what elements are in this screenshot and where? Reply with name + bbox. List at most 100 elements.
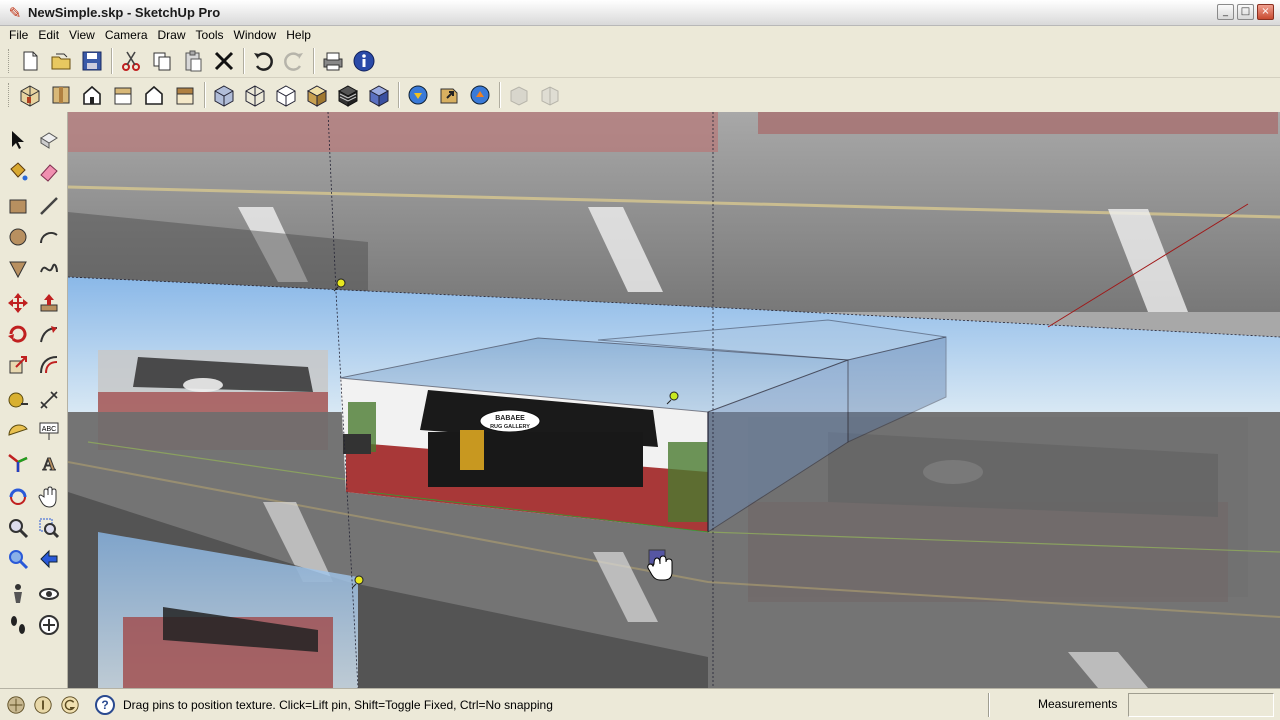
freehand-icon[interactable] <box>35 254 63 282</box>
sign-in-icon[interactable] <box>59 694 81 716</box>
orbit-icon[interactable] <box>4 483 32 511</box>
look-around-icon[interactable] <box>35 580 63 608</box>
photo-texture-icon[interactable] <box>535 80 565 110</box>
menu-file[interactable]: File <box>4 28 33 42</box>
model-viewport[interactable]: BABAEE RUG GALLERY <box>68 112 1280 688</box>
monochrome-style-icon[interactable] <box>364 80 394 110</box>
3d-text-icon[interactable]: A <box>35 448 63 476</box>
pan-icon[interactable] <box>35 483 63 511</box>
measurements-label: Measurements <box>1038 697 1118 711</box>
toolbar-separator <box>313 47 315 74</box>
status-divider <box>988 693 990 717</box>
toolbar-grip[interactable] <box>8 83 11 107</box>
copy-icon[interactable] <box>147 46 177 76</box>
zoom-window-icon[interactable] <box>35 514 63 542</box>
hidden-line-style-icon[interactable] <box>271 80 301 110</box>
axes-icon[interactable] <box>4 448 32 476</box>
get-photo-texture-icon[interactable] <box>504 80 534 110</box>
status-bar: ? Drag pins to position texture. Click=L… <box>0 688 1280 720</box>
select-icon[interactable] <box>4 126 32 154</box>
top-view-icon[interactable] <box>46 80 76 110</box>
toolbar-separator <box>204 82 206 108</box>
palette-row: A <box>0 446 67 477</box>
paste-icon[interactable] <box>178 46 208 76</box>
maximize-button[interactable]: □ <box>1237 4 1254 20</box>
print-icon[interactable] <box>318 46 348 76</box>
walk-icon[interactable] <box>4 611 32 639</box>
scale-icon[interactable] <box>4 351 32 379</box>
palette-row <box>0 543 67 574</box>
palette-row <box>0 190 67 221</box>
make-component-icon[interactable] <box>35 126 63 154</box>
measurements-input[interactable] <box>1128 693 1274 717</box>
get-models-icon[interactable] <box>403 80 433 110</box>
wireframe-style-icon[interactable] <box>240 80 270 110</box>
parked-car <box>343 434 371 454</box>
tree-right <box>668 442 708 522</box>
open-icon[interactable] <box>46 46 76 76</box>
zoom-icon[interactable] <box>4 514 32 542</box>
minimize-button[interactable]: _ <box>1217 4 1234 20</box>
tape-measure-icon[interactable] <box>4 386 32 414</box>
menu-camera[interactable]: Camera <box>100 28 153 42</box>
previous-view-icon[interactable] <box>35 545 63 573</box>
iso-view-icon[interactable] <box>15 80 45 110</box>
xray-style-icon[interactable] <box>209 80 239 110</box>
share-model-icon[interactable] <box>434 80 464 110</box>
toolbar-separator <box>111 47 113 74</box>
offset-icon[interactable] <box>35 351 63 379</box>
push-pull-icon[interactable] <box>35 289 63 317</box>
menu-bar: File Edit View Camera Draw Tools Window … <box>0 26 1280 44</box>
right-view-icon[interactable] <box>108 80 138 110</box>
geolocation-icon[interactable] <box>5 694 27 716</box>
new-icon[interactable] <box>15 46 45 76</box>
eraser-icon[interactable] <box>35 157 63 185</box>
left-view-icon[interactable] <box>170 80 200 110</box>
front-view-icon[interactable] <box>77 80 107 110</box>
save-icon[interactable] <box>77 46 107 76</box>
menu-tools[interactable]: Tools <box>191 28 229 42</box>
standard-toolbar <box>0 44 1280 78</box>
redo-icon[interactable] <box>279 46 309 76</box>
dimension-icon[interactable] <box>35 386 63 414</box>
circle-icon[interactable] <box>4 223 32 251</box>
menu-window[interactable]: Window <box>229 28 282 42</box>
credits-icon[interactable] <box>32 694 54 716</box>
back-view-icon[interactable] <box>139 80 169 110</box>
palette-row <box>0 155 67 186</box>
zoom-extents-icon[interactable] <box>4 545 32 573</box>
toolbar-grip[interactable] <box>8 48 11 73</box>
position-camera-icon[interactable] <box>4 580 32 608</box>
palette-row <box>0 578 67 609</box>
storefront-strip <box>68 112 718 152</box>
instructor-help-icon[interactable]: ? <box>95 694 115 715</box>
protractor-icon[interactable] <box>4 417 32 445</box>
menu-help[interactable]: Help <box>281 28 316 42</box>
close-button[interactable]: × <box>1257 4 1274 20</box>
follow-me-icon[interactable] <box>35 320 63 348</box>
arc-icon[interactable] <box>35 223 63 251</box>
scene-canvas[interactable]: BABAEE RUG GALLERY <box>68 112 1280 688</box>
cut-icon[interactable] <box>116 46 146 76</box>
menu-draw[interactable]: Draw <box>153 28 191 42</box>
erase-icon[interactable] <box>209 46 239 76</box>
share-component-icon[interactable] <box>465 80 495 110</box>
paint-bucket-icon[interactable] <box>4 157 32 185</box>
undo-icon[interactable] <box>248 46 278 76</box>
line-icon[interactable] <box>35 192 63 220</box>
menu-edit[interactable]: Edit <box>33 28 64 42</box>
section-plane-icon[interactable] <box>35 611 63 639</box>
sketchup-app-icon[interactable]: ✎ <box>6 4 24 22</box>
move-icon[interactable] <box>4 289 32 317</box>
menu-view[interactable]: View <box>64 28 100 42</box>
model-info-icon[interactable] <box>349 46 379 76</box>
palette-row <box>0 384 67 415</box>
title-bar: ✎ NewSimple.skp - SketchUp Pro _ □ × <box>0 0 1280 26</box>
shaded-style-icon[interactable] <box>302 80 332 110</box>
shaded-texture-style-icon[interactable] <box>333 80 363 110</box>
rotate-icon[interactable] <box>4 320 32 348</box>
polygon-icon[interactable] <box>4 254 32 282</box>
palette-row <box>0 124 67 155</box>
rectangle-icon[interactable] <box>4 192 32 220</box>
text-icon[interactable]: ABC <box>35 417 63 445</box>
